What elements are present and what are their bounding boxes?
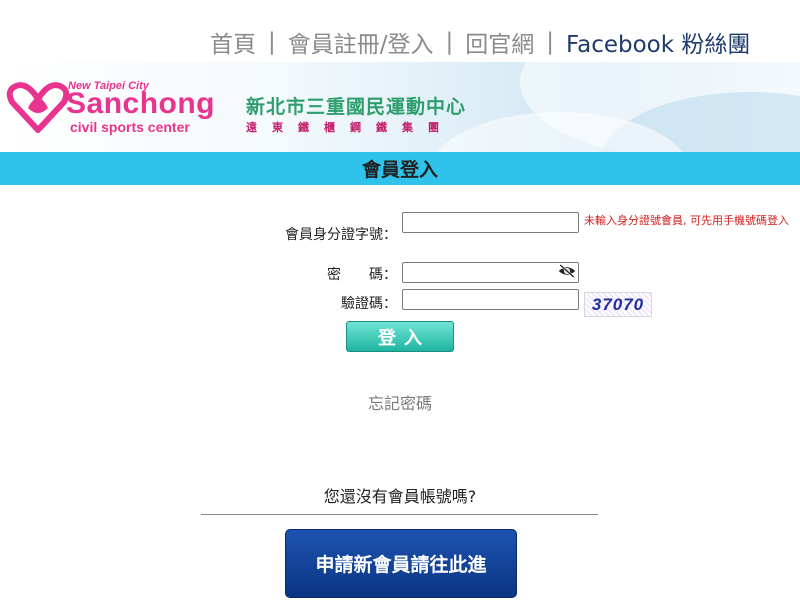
captcha-input[interactable]	[402, 289, 579, 310]
logo-main-text: Sanchong	[66, 87, 216, 120]
page-title-bar: 會員登入	[0, 152, 800, 185]
signup-button[interactable]: 申請新會員請往此進	[285, 529, 517, 598]
nav-separator: |	[268, 29, 276, 55]
nav-official-site-link[interactable]: 回官網	[465, 25, 534, 59]
id-number-hint: 未輸入身分證號會員, 可先用手機號碼登入	[584, 214, 789, 227]
forgot-password-link[interactable]: 忘記密碼	[0, 390, 800, 414]
section-divider	[201, 514, 598, 515]
nav-member-register-login-link[interactable]: 會員註冊/登入	[288, 25, 434, 59]
top-nav: 首頁 | 會員註冊/登入 | 回官網 | Facebook 粉絲團	[210, 26, 800, 58]
captcha-label: 驗證碼：	[341, 296, 397, 312]
id-number-label: 會員身分證字號：	[285, 227, 397, 243]
banner-title-zh: 新北市三重國民運動中心	[246, 96, 467, 118]
nav-separator: |	[445, 29, 454, 55]
eye-slash-icon[interactable]	[558, 264, 576, 278]
nav-facebook-fanpage-link[interactable]: Facebook 粉絲團	[566, 25, 750, 59]
nav-home-link[interactable]: 首頁	[210, 25, 256, 59]
banner-operator-zh: 遠東鐵櫃鋼鐵集團	[246, 121, 454, 134]
login-button[interactable]: 登入	[346, 321, 454, 352]
nav-separator: |	[546, 29, 554, 55]
captcha-image[interactable]: 37070	[584, 292, 652, 317]
page-title: 會員登入	[361, 159, 438, 181]
id-number-input[interactable]	[402, 212, 579, 233]
logo-sub-text: civil sports center	[70, 119, 190, 135]
no-account-prompt: 您還沒有會員帳號嗎?	[323, 487, 477, 506]
sanchong-logo-icon	[6, 82, 70, 133]
password-label: 密 碼：	[327, 267, 397, 283]
site-banner: New Taipei City Sanchong civil sports ce…	[0, 62, 800, 152]
password-input[interactable]	[402, 262, 579, 283]
